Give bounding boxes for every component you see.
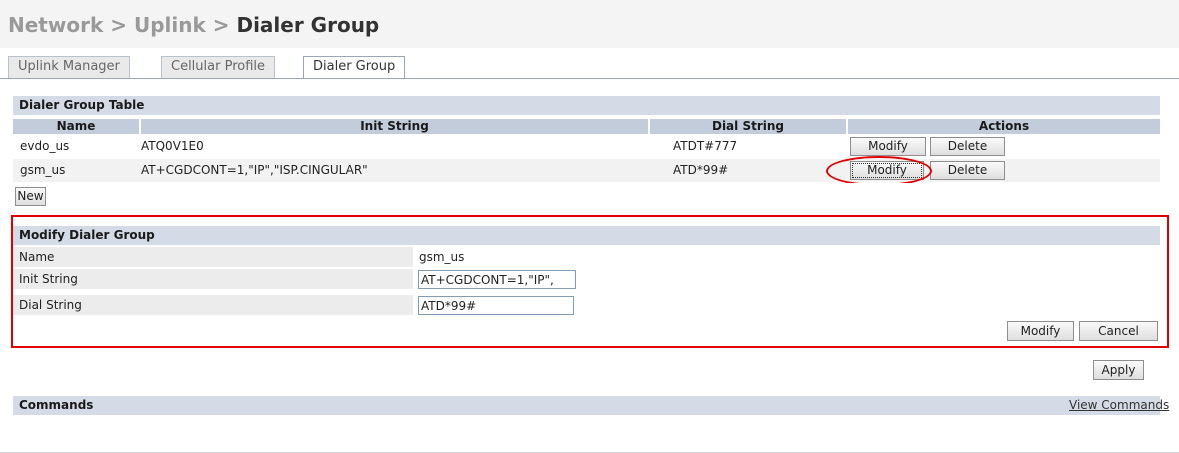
row-init-string: AT+CGDCONT=1,"IP","ISP.CINGULAR"	[141, 163, 368, 177]
apply-button[interactable]: Apply	[1093, 360, 1144, 380]
modify-form-title: Modify Dialer Group	[13, 226, 1160, 245]
modify-button[interactable]: Modify	[850, 137, 926, 156]
page-title: Network > Uplink > Dialer Group	[8, 13, 379, 37]
breadcrumb-separator: >	[212, 13, 230, 37]
tab-dialer-group[interactable]: Dialer Group	[303, 56, 406, 79]
form-modify-button[interactable]: Modify	[1007, 321, 1074, 341]
column-header-init-string: Init String	[141, 119, 648, 134]
row-init-string: ATQ0V1E0	[141, 139, 204, 153]
modify-button[interactable]: Modify	[850, 161, 924, 180]
tab-divider	[0, 78, 1179, 79]
tab-cellular-profile[interactable]: Cellular Profile	[161, 56, 276, 78]
column-header-dial-string: Dial String	[650, 119, 846, 134]
dialer-table-title: Dialer Group Table	[13, 96, 1160, 115]
form-cancel-button[interactable]: Cancel	[1079, 321, 1158, 341]
dial-string-input[interactable]	[418, 296, 574, 315]
view-commands-link[interactable]: View Commands	[1069, 398, 1169, 412]
row-name: gsm_us	[20, 163, 66, 177]
row-name: evdo_us	[20, 139, 70, 153]
name-value: gsm_us	[419, 250, 465, 264]
init-string-label: Init String	[13, 269, 413, 289]
tab-uplink-manager[interactable]: Uplink Manager	[8, 56, 130, 78]
init-string-input[interactable]	[418, 270, 576, 289]
dial-string-label: Dial String	[13, 295, 413, 315]
breadcrumb-uplink[interactable]: Uplink	[134, 13, 206, 37]
name-label: Name	[13, 247, 413, 267]
column-header-actions: Actions	[848, 119, 1160, 134]
commands-title: Commands	[13, 396, 1160, 415]
new-button[interactable]: New	[15, 187, 46, 206]
delete-button[interactable]: Delete	[930, 137, 1005, 156]
row-dial-string: ATD*99#	[673, 163, 729, 177]
breadcrumb-separator: >	[110, 13, 127, 37]
column-header-name: Name	[13, 119, 139, 134]
row-dial-string: ATDT#777	[673, 139, 738, 153]
delete-button[interactable]: Delete	[930, 161, 1005, 180]
breadcrumb-network[interactable]: Network	[8, 13, 103, 37]
table-footer-row	[13, 183, 1160, 209]
breadcrumb-current: Dialer Group	[236, 13, 380, 37]
